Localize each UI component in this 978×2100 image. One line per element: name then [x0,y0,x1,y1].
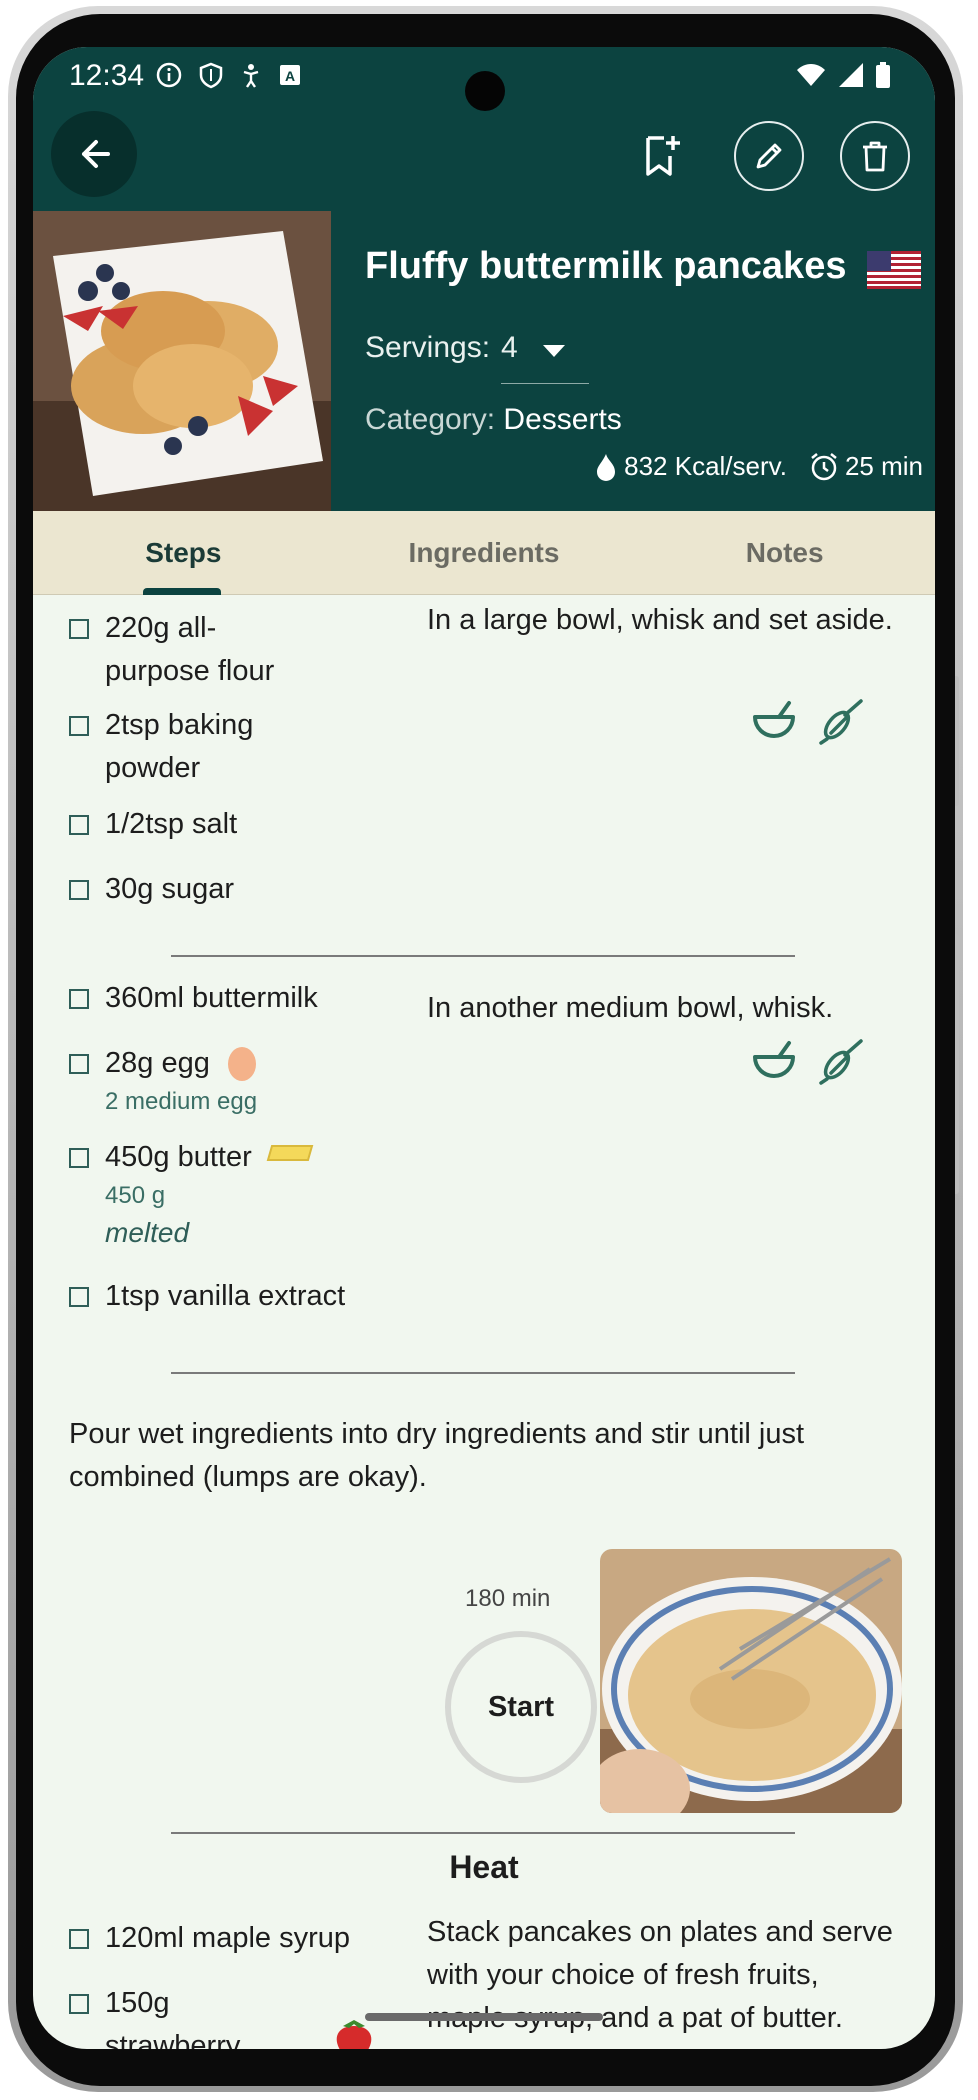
camera-cutout [465,71,505,111]
time-text: 25 min [844,451,923,481]
edit-button[interactable] [734,121,804,191]
step-divider [171,1372,795,1374]
wifi-icon [797,64,825,86]
ingredient-item[interactable]: 1/2tsp salt [69,803,237,846]
category-line: Category: Desserts [365,403,622,437]
checkbox[interactable] [69,815,89,835]
ingredient-item[interactable]: 360ml buttermilk [69,977,318,1020]
alarm-icon [811,452,837,480]
timer-start-button[interactable]: Start [445,1631,597,1783]
info-icon [156,62,182,88]
egg-icon [227,1047,256,1081]
ingredient-item[interactable]: 220g all-purpose flour [69,607,309,693]
status-time: 12:34 [69,59,145,92]
checkbox[interactable] [69,989,89,1009]
bookmark-add-icon [646,136,680,176]
step-instruction: Pour wet ingredients into dry ingredient… [69,1418,805,1493]
status-left-icons: A [155,61,303,89]
recipe-header: 12:34 A Fluffy buttermilk pancakes Servi… [33,47,935,511]
ingredient-item[interactable]: 150g strawberry [69,1982,372,2049]
arrow-back-icon [82,140,110,168]
checkbox[interactable] [69,1287,89,1307]
checkbox[interactable] [69,1054,89,1074]
bookmark-add-button[interactable] [637,131,687,181]
tab-steps[interactable]: Steps [33,511,334,595]
status-right-icons [795,61,891,89]
step-instruction: In another medium bowl, whisk. [427,992,834,1024]
signal-icon [839,63,863,87]
steps-list: 220g all-purpose flour 2tsp baking powde… [33,595,935,2049]
screen: 12:34 A Fluffy buttermilk pancakes Servi… [33,47,935,2049]
step-heading: Heat [449,1849,519,1885]
ingredient-sub: 450 g [105,1182,166,1209]
home-indicator[interactable] [365,2013,603,2021]
ingredient-item[interactable]: 28g egg 2 medium egg [69,1042,258,1119]
category-value: Desserts [503,403,622,436]
ingredient-item[interactable]: 120ml maple syrup [69,1917,350,1960]
timer-label: 180 min [465,1585,551,1612]
tab-bar: Steps Ingredients Notes [33,511,935,595]
flame-icon [597,453,616,481]
checkbox[interactable] [69,1994,89,2014]
checkbox[interactable] [69,1148,89,1168]
pencil-icon [756,143,782,169]
whisk-icon [819,699,863,745]
step-divider [171,955,795,957]
trash-icon [863,141,887,172]
accessibility-icon [243,64,259,88]
svg-text:A: A [285,68,295,84]
ingredient-item[interactable]: 2tsp baking powder [69,704,309,790]
bowl-icon [753,701,795,738]
battery-icon [876,62,890,88]
checkbox[interactable] [69,716,89,736]
category-label: Category: [365,403,496,436]
checkbox[interactable] [69,1929,89,1949]
recipe-title: Fluffy buttermilk pancakes [365,245,847,287]
checkbox[interactable] [69,619,89,639]
checkbox[interactable] [69,880,89,900]
recipe-meta: 832 Kcal/serv. 25 min [594,451,923,482]
status-bar: 12:34 A [33,47,935,111]
dropdown-arrow-icon[interactable] [543,345,565,357]
servings-underline [501,383,589,384]
bowl-icon [753,1041,795,1078]
ingredient-item[interactable]: 450g butter 450 g melted [69,1136,314,1253]
tab-ingredients[interactable]: Ingredients [334,511,635,594]
recipe-photo [33,211,331,511]
step-photo [600,1549,902,1813]
step-instruction: In a large bowl, whisk and set aside. [427,604,893,636]
ingredient-item[interactable]: 30g sugar [69,868,234,911]
calories-text: 832 Kcal/serv. [624,451,787,481]
ingredient-note: melted [105,1217,190,1248]
back-button[interactable] [51,111,137,197]
shield-icon [199,62,223,89]
step-divider [171,1832,795,1834]
tab-notes[interactable]: Notes [634,511,935,594]
whisk-icon [819,1039,863,1085]
us-flag-icon [867,251,921,289]
butter-icon [266,1145,314,1161]
step-tools [751,1037,865,1085]
text-icon: A [280,65,300,85]
ingredient-item[interactable]: 1tsp vanilla extract [69,1275,345,1318]
step-tools [751,697,865,745]
delete-button[interactable] [840,121,910,191]
ingredient-sub: 2 medium egg [105,1088,258,1115]
servings-dropdown[interactable]: 4 [501,331,518,365]
servings-label: Servings: [365,331,491,364]
